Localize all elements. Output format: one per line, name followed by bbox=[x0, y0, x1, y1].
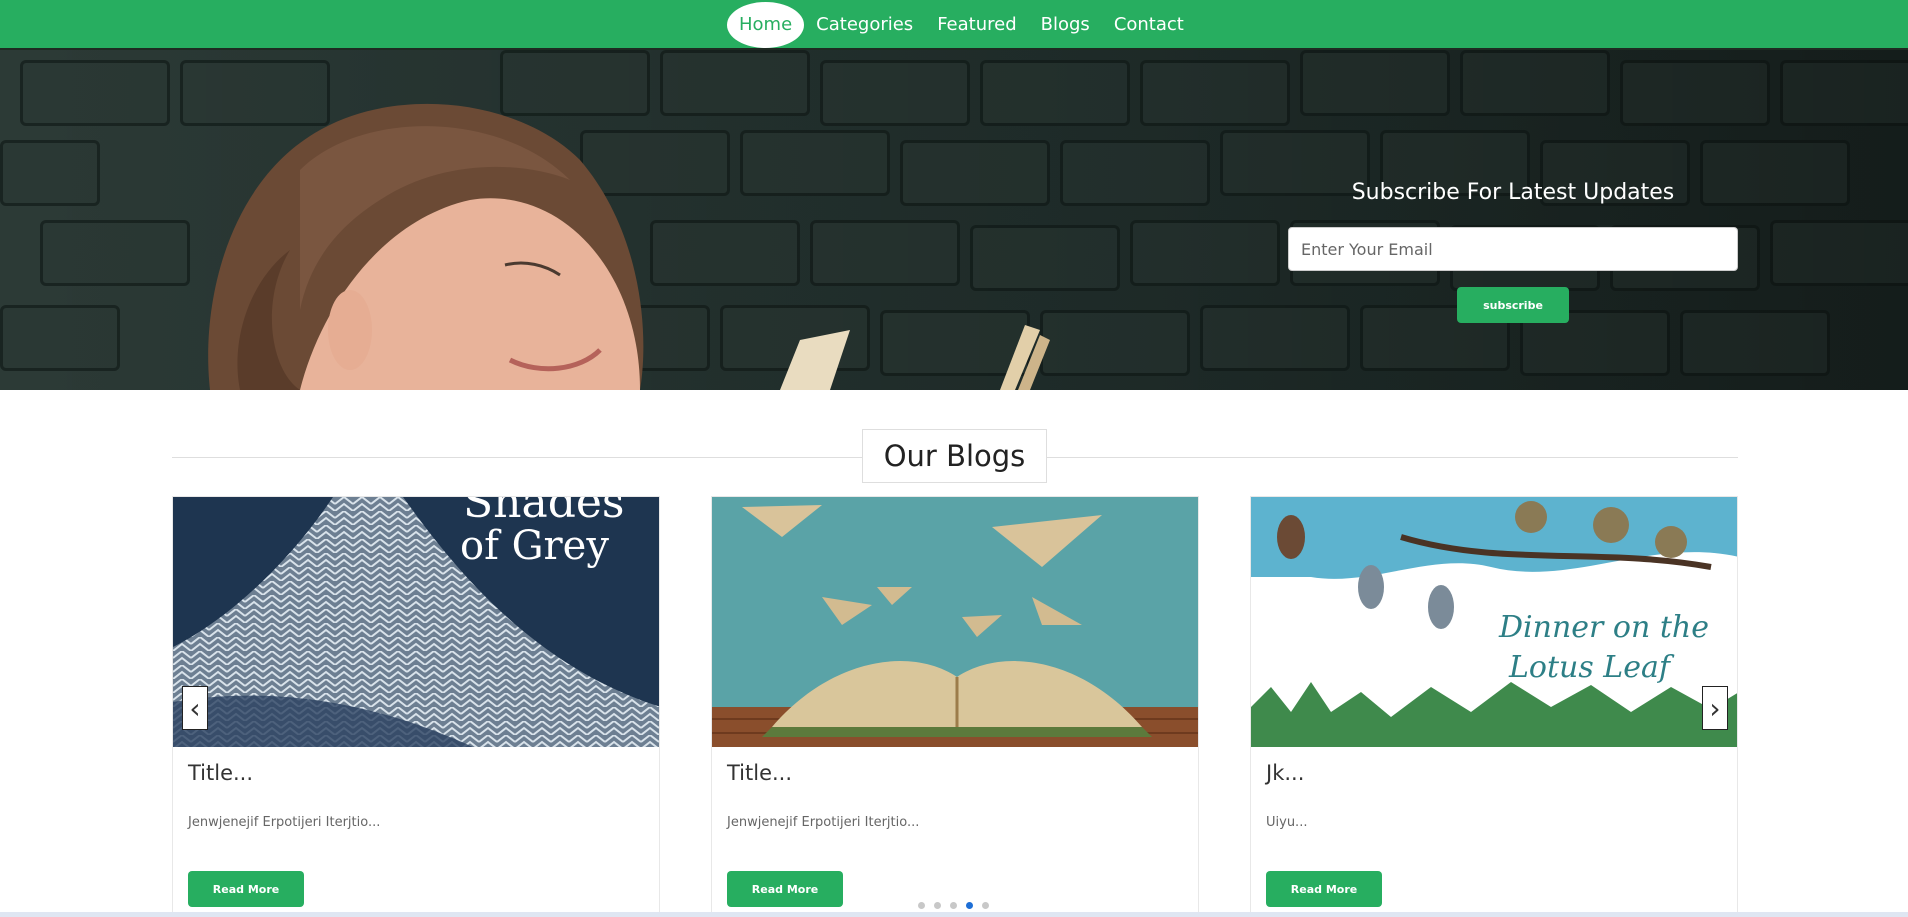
hero-banner: Subscribe For Latest Updates subscribe bbox=[0, 50, 1908, 390]
blog-card-excerpt: Jenwjenejif Erpotijeri Iterjtio... bbox=[727, 815, 920, 830]
carousel-pagination bbox=[918, 902, 989, 909]
top-navbar: Home Categories Featured Blogs Contact bbox=[0, 0, 1908, 50]
nav-item-blogs[interactable]: Blogs bbox=[1029, 2, 1102, 48]
nav-item-featured[interactable]: Featured bbox=[925, 2, 1028, 48]
cover-text-line-2: of Grey bbox=[460, 523, 609, 569]
email-input[interactable] bbox=[1288, 227, 1738, 271]
book-cover-shades-of-grey: Shades of Grey bbox=[173, 497, 659, 747]
book-cover-dinner-lotus-leaf: Dinner on the Lotus Leaf bbox=[1251, 497, 1737, 747]
nav-item-contact[interactable]: Contact bbox=[1102, 2, 1196, 48]
blog-card-title: Jk... bbox=[1266, 761, 1305, 785]
subscribe-button[interactable]: subscribe bbox=[1457, 287, 1569, 323]
cover-text-line-2: Lotus Leaf bbox=[1508, 650, 1675, 685]
blog-card-image: Dinner on the Lotus Leaf bbox=[1251, 497, 1737, 747]
paper-planes-book-image bbox=[712, 497, 1198, 747]
read-more-button[interactable]: Read More bbox=[188, 871, 304, 907]
blog-card-excerpt: Jenwjenejif Erpotijeri Iterjtio... bbox=[188, 815, 381, 830]
blog-card-excerpt: Uiyu... bbox=[1266, 815, 1308, 830]
read-more-button[interactable]: Read More bbox=[727, 871, 843, 907]
carousel-prev-button[interactable]: ‹ bbox=[182, 686, 208, 730]
carousel-next-button[interactable]: › bbox=[1702, 686, 1728, 730]
blog-card-title: Title... bbox=[188, 761, 254, 785]
blog-card-image bbox=[712, 497, 1198, 747]
subscribe-panel: Subscribe For Latest Updates subscribe bbox=[1288, 180, 1738, 323]
nav-item-categories[interactable]: Categories bbox=[804, 2, 925, 48]
cover-text-line-1: Dinner on the bbox=[1498, 610, 1709, 645]
carousel-dot[interactable] bbox=[950, 902, 957, 909]
carousel-dot-active[interactable] bbox=[966, 902, 973, 909]
blog-card: Dinner on the Lotus Leaf Jk... Uiyu... R… bbox=[1250, 496, 1738, 917]
nav-menu: Home Categories Featured Blogs Contact bbox=[727, 2, 1196, 48]
blog-card: Shades of Grey Title... Jenwjenejif Erpo… bbox=[172, 496, 660, 917]
read-more-button[interactable]: Read More bbox=[1266, 871, 1382, 907]
carousel-dot[interactable] bbox=[918, 902, 925, 909]
blog-card-image: Shades of Grey bbox=[173, 497, 659, 747]
page-bottom-edge bbox=[0, 912, 1908, 917]
carousel-dot[interactable] bbox=[982, 902, 989, 909]
subscribe-title: Subscribe For Latest Updates bbox=[1351, 180, 1675, 205]
carousel-dot[interactable] bbox=[934, 902, 941, 909]
blogs-heading: Our Blogs bbox=[862, 429, 1047, 483]
blog-card: Title... Jenwjenejif Erpotijeri Iterjtio… bbox=[711, 496, 1199, 917]
chevron-right-icon: › bbox=[1709, 691, 1721, 725]
blog-card-title: Title... bbox=[727, 761, 793, 785]
chevron-left-icon: ‹ bbox=[189, 691, 201, 725]
nav-item-home[interactable]: Home bbox=[727, 2, 805, 48]
